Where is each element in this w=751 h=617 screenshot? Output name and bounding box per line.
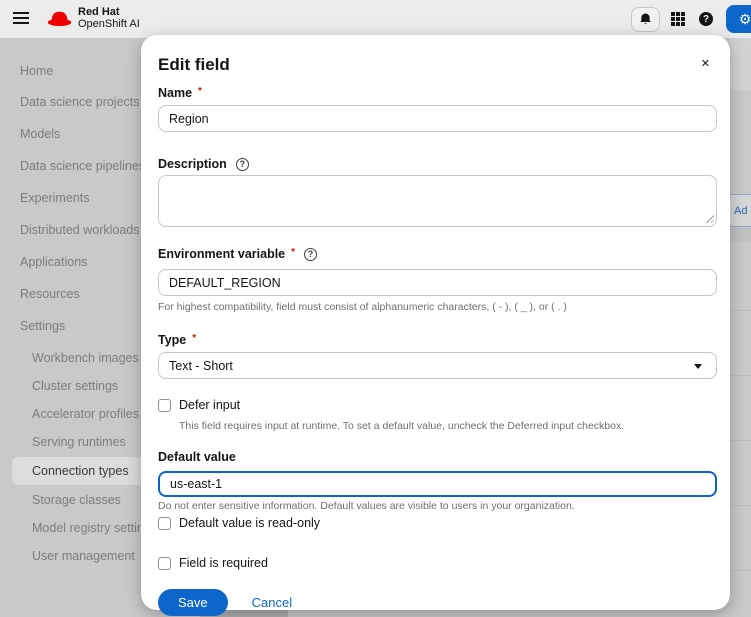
sidebar-item-storage-classes[interactable]: Storage classes xyxy=(32,493,121,507)
readonly-checkbox-row[interactable]: Default value is read-only xyxy=(158,516,717,530)
brand-text: Red Hat OpenShift AI xyxy=(78,6,140,30)
brand-line1: Red Hat xyxy=(78,6,120,18)
default-value-helper-text: Do not enter sensitive information. Defa… xyxy=(158,500,575,512)
sidebar-item-models[interactable]: Models xyxy=(20,127,60,141)
sidebar-item-distributed-workloads[interactable]: Distributed workloads xyxy=(20,223,140,237)
sidebar-item-workbench-images[interactable]: Workbench images xyxy=(32,351,139,365)
sidebar-item-user-management[interactable]: User management xyxy=(32,549,135,563)
modal-footer: Save Cancel xyxy=(158,589,717,616)
redhat-fedora-icon xyxy=(47,11,72,26)
brand-line2: OpenShift AI xyxy=(78,18,140,30)
sidebar-item-settings[interactable]: Settings xyxy=(20,319,65,333)
type-select[interactable]: Text - Short xyxy=(158,352,717,379)
type-select-value: Text - Short xyxy=(169,358,233,373)
default-value-input[interactable] xyxy=(158,471,717,497)
type-label-text: Type xyxy=(158,333,187,347)
modal-title: Edit field xyxy=(158,55,230,74)
sidebar-item-data-science-pipelines[interactable]: Data science pipelines xyxy=(20,159,145,173)
readonly-label: Default value is read-only xyxy=(179,516,321,530)
defer-input-helper-text: This field requires input at runtime. To… xyxy=(179,420,625,432)
sidebar-item-experiments[interactable]: Experiments xyxy=(20,191,89,205)
defer-input-checkbox-row[interactable]: Defer input xyxy=(158,398,717,412)
environment-variable-helper-text: For highest compatibility, field must co… xyxy=(158,301,567,313)
readonly-checkbox[interactable] xyxy=(158,516,171,530)
brand: Red Hat OpenShift AI xyxy=(46,6,140,30)
nav-toggle-icon[interactable] xyxy=(13,12,29,25)
field-required-checkbox-row[interactable]: Field is required xyxy=(158,556,717,570)
chevron-down-icon xyxy=(694,364,702,369)
background-page-header-band xyxy=(730,38,751,90)
cancel-button[interactable]: Cancel xyxy=(252,595,292,610)
sidebar-item-data-science-projects[interactable]: Data science projects xyxy=(20,95,140,109)
sidebar-item-resources[interactable]: Resources xyxy=(20,287,80,301)
sidebar-item-serving-runtimes[interactable]: Serving runtimes xyxy=(32,435,126,449)
app-root: Red Hat OpenShift AI ? ⚙ Home Data scien… xyxy=(0,0,751,617)
environment-variable-label: Environment variable * ? xyxy=(158,247,717,261)
name-label-text: Name xyxy=(158,86,193,100)
required-asterisk: * xyxy=(291,246,296,258)
name-label: Name * xyxy=(158,85,717,101)
background-table-row-divider xyxy=(730,375,751,376)
masthead-actions: ? ⚙ xyxy=(631,0,751,38)
background-page-fragment: Ad xyxy=(730,38,751,617)
sidebar-item-connection-types[interactable]: Connection types xyxy=(32,464,129,478)
sidebar-item-applications[interactable]: Applications xyxy=(20,255,87,269)
environment-variable-label-text: Environment variable xyxy=(158,247,286,261)
background-toolbar: Ad xyxy=(730,194,751,227)
bell-icon xyxy=(640,13,651,25)
settings-button[interactable]: ⚙ xyxy=(726,5,751,33)
type-label: Type * xyxy=(158,332,717,348)
description-label-text: Description xyxy=(158,157,227,171)
default-value-label: Default value xyxy=(158,450,717,464)
description-label: Description ? xyxy=(158,157,717,171)
name-input[interactable] xyxy=(158,105,717,132)
help-popover-icon[interactable]: ? xyxy=(235,157,249,171)
help-icon[interactable]: ? xyxy=(699,12,713,26)
description-textarea[interactable] xyxy=(158,175,717,227)
field-required-label: Field is required xyxy=(179,556,268,570)
masthead: Red Hat OpenShift AI ? ⚙ xyxy=(0,0,751,38)
sidebar-item-model-registry-settings[interactable]: Model registry settings xyxy=(32,521,157,535)
background-table-row-divider xyxy=(730,310,751,311)
app-launcher-icon[interactable] xyxy=(671,12,685,26)
sidebar-item-accelerator-profiles[interactable]: Accelerator profiles xyxy=(32,407,139,421)
add-connection-type-button-clipped[interactable]: Ad xyxy=(730,205,747,217)
gear-icon: ⚙ xyxy=(738,10,751,27)
save-button[interactable]: Save xyxy=(158,589,228,616)
environment-variable-input[interactable] xyxy=(158,269,717,296)
defer-input-checkbox[interactable] xyxy=(158,398,171,412)
edit-field-modal: Edit field ✕ Name * Description ? Enviro… xyxy=(141,35,730,616)
background-table-row-divider xyxy=(730,570,751,571)
help-popover-icon[interactable]: ? xyxy=(304,247,318,261)
notifications-button[interactable] xyxy=(631,6,660,32)
sidebar-item-home[interactable]: Home xyxy=(20,64,53,78)
required-asterisk: * xyxy=(192,332,197,344)
field-required-checkbox[interactable] xyxy=(158,556,171,570)
close-icon[interactable]: ✕ xyxy=(701,59,710,70)
sidebar-item-cluster-settings[interactable]: Cluster settings xyxy=(32,379,118,393)
background-table-row-divider xyxy=(730,440,751,441)
background-table-header xyxy=(730,228,751,242)
required-asterisk: * xyxy=(198,85,202,97)
background-table-row-divider xyxy=(730,505,751,506)
defer-input-label: Defer input xyxy=(179,398,241,412)
description-field-wrap xyxy=(158,175,717,227)
default-value-label-text: Default value xyxy=(158,450,236,464)
